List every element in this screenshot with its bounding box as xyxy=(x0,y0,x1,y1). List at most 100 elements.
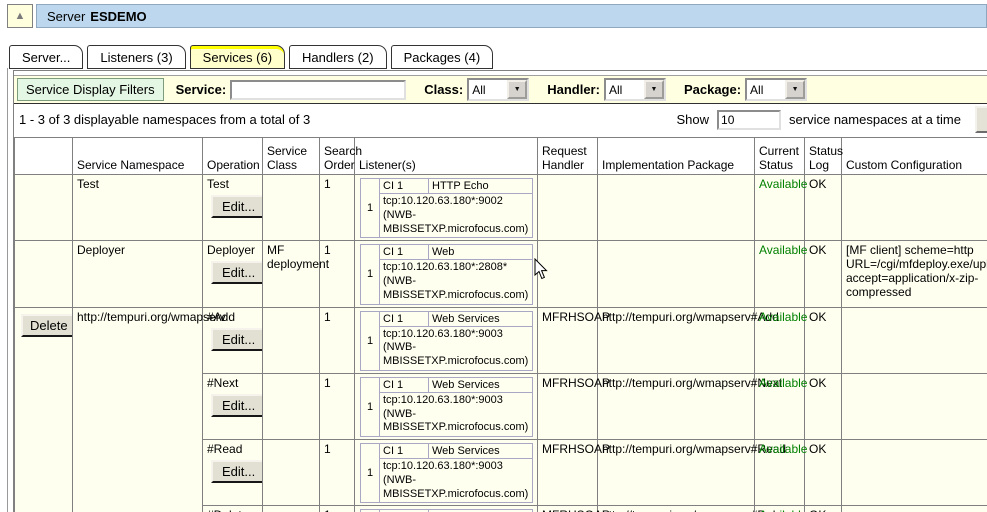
service-filter-label: Service: xyxy=(176,82,227,97)
cell-implementation xyxy=(598,241,755,307)
operation-name: Deployer xyxy=(207,243,258,257)
cell-operation: Deployer Edit... xyxy=(203,241,263,307)
cell-service-class xyxy=(263,307,320,373)
cell-status: Available xyxy=(755,307,805,373)
class-filter-label: Class: xyxy=(424,82,463,97)
listener-tcp: tcp:10.120.63.180*:9003 xyxy=(383,460,529,474)
handler-filter-select[interactable]: All ▼ xyxy=(604,78,666,101)
table-row: Test Test Edit... 1 1 CI 1 HTTP Echo xyxy=(15,175,987,241)
services-panel: Service Display Filters Service: Class: … xyxy=(13,70,987,512)
listener-tcp: tcp:10.120.63.180*:9002 xyxy=(383,195,529,209)
cell-namespace: http://tempuri.org/wmapserv xyxy=(73,307,203,512)
cell-custom-config xyxy=(842,373,987,439)
cell-listeners: 1 CI 1 Web tcp:10.120.63.180*:2808* (NWB… xyxy=(355,241,538,307)
listener-address: tcp:10.120.63.180*:9003 (NWB-MBISSETXP.m… xyxy=(380,326,533,370)
package-filter-select[interactable]: All ▼ xyxy=(745,78,807,101)
tab-server[interactable]: Server... xyxy=(9,45,83,69)
chevron-down-icon[interactable]: ▼ xyxy=(785,80,805,99)
table-header-row: Service Namespace Operation Service Clas… xyxy=(15,138,987,175)
listener-host: (NWB-MBISSETXP.microfocus.com) xyxy=(383,209,529,237)
edit-button[interactable]: Edit... xyxy=(211,328,266,351)
tab-services[interactable]: Services (6) xyxy=(190,45,285,69)
edit-button[interactable]: Edit... xyxy=(211,261,266,284)
listener-name: Web Services xyxy=(429,377,533,392)
col-service-namespace: Service Namespace xyxy=(73,138,203,175)
cell-search-order: 1 xyxy=(320,307,355,373)
cell-namespace: Test xyxy=(73,175,203,241)
col-search-order: Search Order xyxy=(320,138,355,175)
listener-box: 1 CI 1 Web tcp:10.120.63.180*:2808* (NWB… xyxy=(360,244,533,304)
cell-operation: #Read Edit... xyxy=(203,440,263,506)
cell-status-log: OK xyxy=(805,440,842,506)
operation-name: Test xyxy=(207,177,258,191)
chevron-down-icon[interactable]: ▼ xyxy=(507,80,527,99)
delete-button[interactable]: Delete xyxy=(21,314,77,337)
class-filter-select[interactable]: All ▼ xyxy=(467,78,529,101)
col-actions xyxy=(15,138,73,175)
chevron-down-icon[interactable]: ▼ xyxy=(644,80,664,99)
cell-service-class xyxy=(263,373,320,439)
cell-namespace: Deployer xyxy=(73,241,203,307)
col-listeners: Listener(s) xyxy=(355,138,538,175)
edit-button[interactable]: Edit... xyxy=(211,195,266,218)
edit-button[interactable]: Edit... xyxy=(211,394,266,417)
listener-tcp: tcp:10.120.63.180*:9003 xyxy=(383,394,529,408)
show-count-input[interactable] xyxy=(717,110,781,130)
listener-box: 1 CI 1 Web Services tcp:10.120.63.180*:9… xyxy=(360,443,533,503)
cell-search-order: 1 xyxy=(320,175,355,241)
listener-number: 1 xyxy=(361,245,380,304)
listener-host: (NWB-MBISSETXP.microfocus.com) xyxy=(383,341,529,369)
cell-listeners: 1 CI 1 Web Services tcp:10.120.63.180*:9… xyxy=(355,373,538,439)
listener-address: tcp:10.120.63.180*:9003 (NWB-MBISSETXP.m… xyxy=(380,459,533,503)
cell-implementation xyxy=(598,175,755,241)
cell-status-log: OK xyxy=(805,241,842,307)
server-title-bar: Server ESDEMO xyxy=(36,4,987,28)
col-request-handler: Request Handler xyxy=(538,138,598,175)
cell-implementation: http://tempuri.org/wmapserv#Next xyxy=(598,373,755,439)
service-filter-input[interactable] xyxy=(230,80,406,100)
page-left-border xyxy=(7,68,8,512)
cell-status-log: OK xyxy=(805,175,842,241)
handler-filter-label: Handler: xyxy=(547,82,600,97)
cell-service-class xyxy=(263,175,320,241)
services-admin-page: ▲ Server ESDEMO Server... Listeners (3) … xyxy=(0,0,987,512)
cell-status-log: OK xyxy=(805,373,842,439)
cell-actions xyxy=(15,241,73,307)
edit-button[interactable]: Edit... xyxy=(211,460,266,483)
cell-status: Available xyxy=(755,373,805,439)
cell-service-class xyxy=(263,440,320,506)
listener-number: 1 xyxy=(361,444,380,503)
col-status-log: Status Log xyxy=(805,138,842,175)
listener-box: 1 CI 1 Web Services tcp:10.120.63.180*:9… xyxy=(360,311,533,371)
cell-operation: Test Edit... xyxy=(203,175,263,241)
refresh-button-partial[interactable] xyxy=(975,106,987,133)
listener-ci: CI 1 xyxy=(380,245,429,260)
cell-custom-config xyxy=(842,506,987,512)
cell-search-order: 1 xyxy=(320,440,355,506)
tab-handlers[interactable]: Handlers (2) xyxy=(289,45,387,69)
listener-number: 1 xyxy=(361,179,380,238)
cell-actions xyxy=(15,175,73,241)
listener-ci: CI 1 xyxy=(380,444,429,459)
listener-address: tcp:10.120.63.180*:9003 (NWB-MBISSETXP.m… xyxy=(380,392,533,436)
cell-custom-config xyxy=(842,440,987,506)
col-current-status: Current Status xyxy=(755,138,805,175)
filter-bar-title: Service Display Filters xyxy=(17,78,164,101)
tab-packages[interactable]: Packages (4) xyxy=(391,45,494,69)
cell-actions: Delete xyxy=(15,307,73,512)
namespace-count-summary: 1 - 3 of 3 displayable namespaces from a… xyxy=(14,112,310,127)
operation-name: #Next xyxy=(207,376,258,390)
cell-custom-config xyxy=(842,175,987,241)
tab-bar: Server... Listeners (3) Services (6) Han… xyxy=(9,44,987,69)
listener-name: Web Services xyxy=(429,311,533,326)
tab-listeners[interactable]: Listeners (3) xyxy=(87,45,185,69)
cell-implementation: http://tempuri.org/wmapserv#Read xyxy=(598,440,755,506)
listener-box: 1 CI 1 HTTP Echo tcp:10.120.63.180*:9002… xyxy=(360,178,533,238)
cell-custom-config xyxy=(842,307,987,373)
listener-name: Web Services xyxy=(429,444,533,459)
collapse-button[interactable]: ▲ xyxy=(7,4,33,28)
server-title-prefix: Server xyxy=(47,9,85,24)
cell-operation: #Add Edit... xyxy=(203,307,263,373)
operation-name: #Add xyxy=(207,310,258,324)
cell-status-log: OK xyxy=(805,307,842,373)
